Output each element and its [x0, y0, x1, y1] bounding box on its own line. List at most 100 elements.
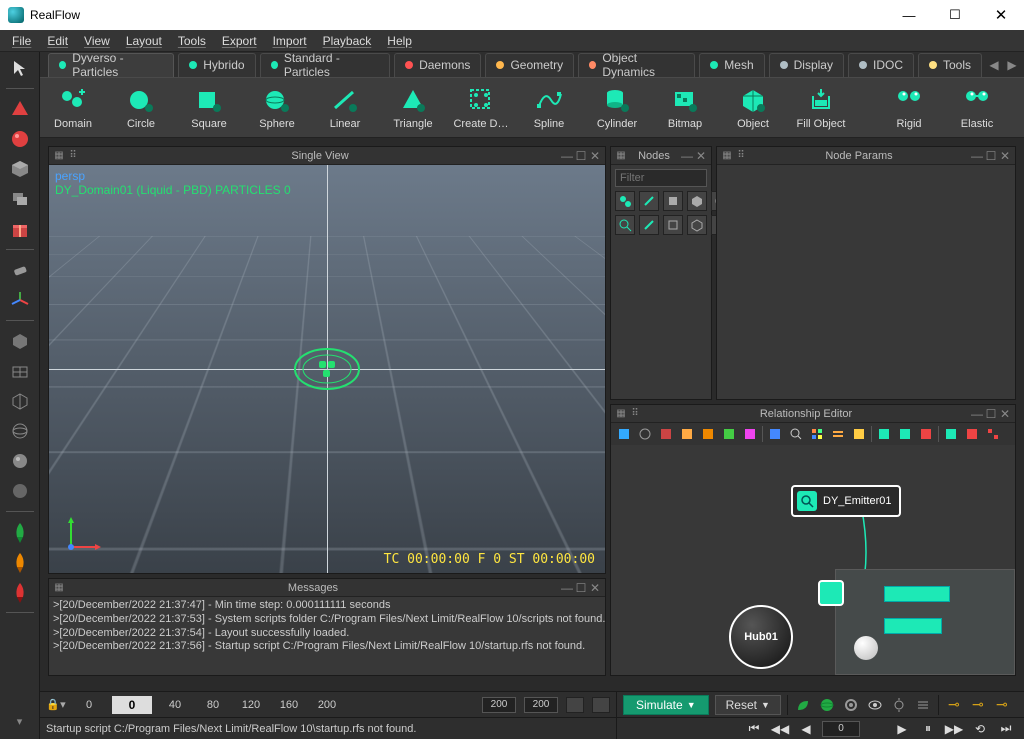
panel-menu-icon[interactable]: ▦: [615, 408, 627, 420]
timeline-current[interactable]: 0: [112, 696, 152, 714]
stack-icon[interactable]: [8, 187, 32, 211]
shelf-fill-object[interactable]: Fill Object: [796, 86, 846, 130]
solid-cube-icon[interactable]: [8, 329, 32, 353]
minimize-icon[interactable]: —: [561, 582, 573, 594]
menu-import[interactable]: Import: [265, 32, 315, 50]
close-icon[interactable]: ✕: [999, 408, 1011, 420]
eraser-icon[interactable]: [8, 258, 32, 282]
shelf-rigid[interactable]: Rigid: [884, 86, 934, 130]
viewport-3d[interactable]: persp DY_Domain01 (Liquid - PBD) PARTICL…: [49, 165, 605, 573]
tab-geometry[interactable]: Geometry: [485, 53, 574, 77]
rel-tool-icon[interactable]: [875, 425, 893, 443]
wire-sphere-icon[interactable]: [8, 419, 32, 443]
shelf-triangle[interactable]: Triangle: [388, 86, 438, 130]
panel-opts-icon[interactable]: ⠿: [629, 408, 641, 420]
maximize-icon[interactable]: ☐: [985, 408, 997, 420]
gift-icon[interactable]: [8, 217, 32, 241]
next-frame-icon[interactable]: ▶▶: [944, 721, 964, 737]
node-type-icon[interactable]: [663, 191, 683, 211]
sim-eye-icon[interactable]: [866, 696, 884, 714]
tab-dynamics[interactable]: Object Dynamics: [578, 53, 695, 77]
sim-settings-icon[interactable]: [890, 696, 908, 714]
node-type-icon[interactable]: [663, 215, 683, 235]
simulate-button[interactable]: Simulate▼: [623, 695, 709, 715]
rel-tool-icon[interactable]: [963, 425, 981, 443]
rocket-red-icon[interactable]: [8, 580, 32, 604]
arrow-tool-icon[interactable]: [8, 56, 32, 80]
menu-edit[interactable]: Edit: [39, 32, 76, 50]
nodes-filter-input[interactable]: [615, 169, 707, 187]
panel-opts-icon[interactable]: ⠿: [735, 150, 747, 162]
goto-end-icon[interactable]: ⏭: [996, 721, 1016, 737]
shelf-circle[interactable]: Circle: [116, 86, 166, 130]
rel-tool-icon[interactable]: [766, 425, 784, 443]
key-icon[interactable]: ⊸: [969, 696, 987, 714]
rel-tool-icon[interactable]: [741, 425, 759, 443]
pause-icon[interactable]: ⏸: [918, 721, 938, 737]
panel-menu-icon[interactable]: ▦: [721, 150, 733, 162]
rel-tool-icon[interactable]: [984, 425, 1002, 443]
shaded-sphere-icon[interactable]: [8, 449, 32, 473]
timeline-end2[interactable]: 200: [524, 697, 558, 713]
tab-display[interactable]: Display: [769, 53, 844, 77]
menu-playback[interactable]: Playback: [315, 32, 380, 50]
minimize-icon[interactable]: —: [971, 150, 983, 162]
goto-start-icon[interactable]: ⏮: [744, 721, 764, 737]
minimize-icon[interactable]: —: [561, 150, 573, 162]
play-icon[interactable]: ▶: [892, 721, 912, 737]
panel-menu-icon[interactable]: ▦: [53, 582, 65, 594]
maximize-button[interactable]: ☐: [932, 0, 978, 30]
shelf-domain[interactable]: Domain: [48, 86, 98, 130]
panel-menu-icon[interactable]: ▦: [53, 150, 65, 162]
close-icon[interactable]: ✕: [999, 150, 1011, 162]
shelf-elastic[interactable]: Elastic: [952, 86, 1002, 130]
red-sphere-icon[interactable]: [8, 127, 32, 151]
timeline-btn-icon[interactable]: [566, 697, 584, 713]
rel-tool-icon[interactable]: [942, 425, 960, 443]
shelf-cylinder[interactable]: Cylinder: [592, 86, 642, 130]
tab-daemons[interactable]: Daemons: [394, 53, 481, 77]
rel-canvas[interactable]: DY_Emitter01 Hub01: [611, 445, 1015, 675]
tab-tools[interactable]: Tools: [918, 53, 982, 77]
rel-tool-icon[interactable]: [787, 425, 805, 443]
shelf-create-d[interactable]: Create D…: [456, 86, 506, 130]
rel-tool-icon[interactable]: [678, 425, 696, 443]
playback-frame[interactable]: 0: [822, 721, 860, 737]
key-icon[interactable]: ⊸: [945, 696, 963, 714]
rel-hub[interactable]: Hub01: [729, 605, 793, 669]
rel-tool-icon[interactable]: [896, 425, 914, 443]
menu-export[interactable]: Export: [214, 32, 265, 50]
shelf-object[interactable]: Object: [728, 86, 778, 130]
minimize-icon[interactable]: —: [681, 150, 693, 162]
rel-tool-icon[interactable]: [615, 425, 633, 443]
grid-plane-icon[interactable]: [8, 359, 32, 383]
tab-hybrido[interactable]: Hybrido: [178, 53, 255, 77]
panel-opts-icon[interactable]: ⠿: [67, 150, 79, 162]
minimize-icon[interactable]: —: [971, 408, 983, 420]
tab-standard[interactable]: Standard - Particles: [260, 53, 391, 77]
node-type-icon[interactable]: [615, 191, 635, 211]
maximize-icon[interactable]: ☐: [575, 150, 587, 162]
tab-dyverso[interactable]: Dyverso - Particles: [48, 53, 174, 77]
shelf-square[interactable]: Square: [184, 86, 234, 130]
wire-cube-icon[interactable]: [8, 389, 32, 413]
rel-tool-icon[interactable]: [829, 425, 847, 443]
menu-file[interactable]: File: [4, 32, 39, 50]
timeline[interactable]: 🔒▾ 0 0 40 80 120 160 200 200 200: [40, 691, 616, 717]
rel-tool-icon[interactable]: [720, 425, 738, 443]
rel-node-emitter[interactable]: DY_Emitter01: [791, 485, 901, 517]
sim-leaf-icon[interactable]: [794, 696, 812, 714]
rocket-orange-icon[interactable]: [8, 550, 32, 574]
panel-menu-icon[interactable]: ▦: [615, 150, 627, 162]
rel-tool-icon[interactable]: [850, 425, 868, 443]
close-icon[interactable]: ✕: [589, 150, 601, 162]
menu-layout[interactable]: Layout: [118, 32, 170, 50]
red-shape-icon[interactable]: [8, 97, 32, 121]
step-back-icon[interactable]: ◀◀: [770, 721, 790, 737]
shelf-bitmap[interactable]: Bitmap: [660, 86, 710, 130]
reset-button[interactable]: Reset▼: [715, 695, 781, 715]
orientation-gizmo[interactable]: [63, 515, 103, 555]
close-icon[interactable]: ✕: [695, 150, 707, 162]
maximize-icon[interactable]: ☐: [985, 150, 997, 162]
shelf-sphere[interactable]: Sphere: [252, 86, 302, 130]
